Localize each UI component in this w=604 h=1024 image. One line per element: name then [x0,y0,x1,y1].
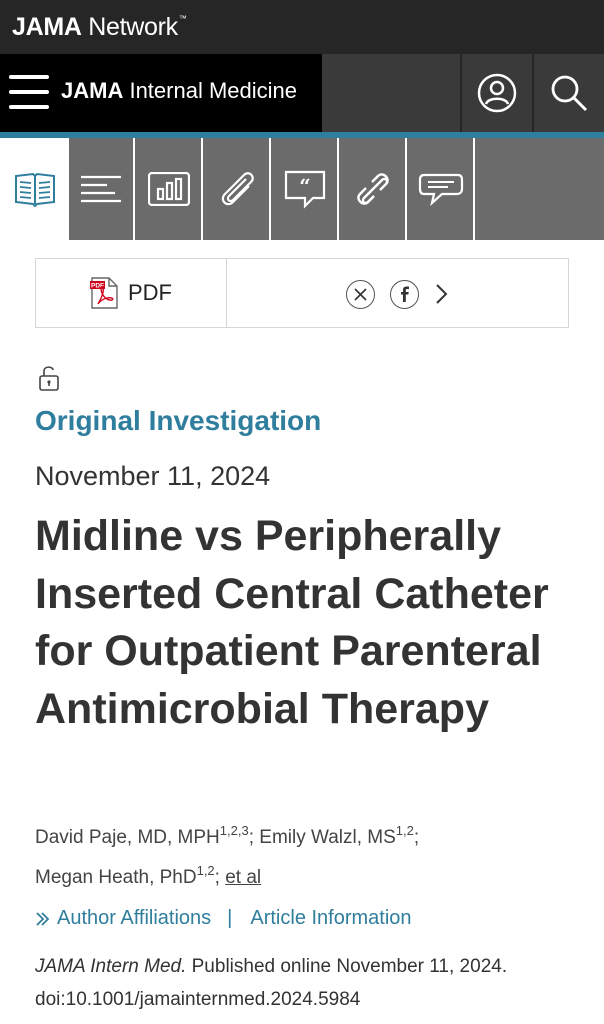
article-toolbar: “ [0,138,604,240]
tab-comments[interactable] [409,138,475,240]
unlock-icon [38,364,60,397]
network-bar: JAMA Network™ [0,0,604,54]
tab-article[interactable] [0,138,69,240]
chevron-right-icon[interactable] [434,283,448,305]
x-share-icon[interactable] [346,279,375,309]
article-information-link[interactable]: Article Information [250,907,411,930]
pdf-button[interactable]: PDF PDF [36,259,227,327]
pdf-icon: PDF [90,277,118,309]
doi: doi:10.1001/jamainternmed.2024.5984 [35,989,361,1010]
user-account-button[interactable] [460,54,531,132]
journal-title[interactable]: JAMA Internal Medicine [61,78,297,104]
double-chevron-icon [36,911,50,926]
citation-journal: JAMA Intern Med. [35,956,187,977]
article-info-links: Author Affiliations | Article Informatio… [35,907,412,930]
cite-icon: “ [284,170,326,209]
journal-header: JAMA Internal Medicine [0,54,604,132]
attachment-icon [221,172,254,206]
author-name[interactable]: Megan Heath, PhD [35,867,197,888]
article-actions: PDF PDF [35,258,569,328]
outline-icon [81,175,121,203]
tab-outline[interactable] [69,138,135,240]
figures-icon [148,172,190,206]
author-name[interactable]: Emily Walzl, MS [259,827,396,848]
author-affiliation-ref: 1,2 [395,823,414,838]
facebook-share-icon[interactable] [390,279,419,309]
article-icon [14,172,55,207]
tab-permissions[interactable] [341,138,407,240]
share-icons [346,279,448,309]
author-affiliation-ref: 1,2 [196,863,215,878]
author-name[interactable]: David Paje, MD, MPH [35,827,220,848]
citation: JAMA Intern Med. Published online Novemb… [35,950,595,1016]
tab-cite[interactable]: “ [273,138,339,240]
svg-text:“: “ [299,174,311,198]
article-title: Midline vs Peripherally Inserted Central… [35,512,549,733]
tab-figures[interactable] [137,138,203,240]
jama-network-logo[interactable]: JAMA Network™ [12,14,187,40]
author-affiliations-link[interactable]: Author Affiliations [57,907,211,930]
permissions-icon [357,173,389,205]
citation-text: Published online November 11, 2024. [186,956,508,977]
user-icon [477,73,516,113]
et-al-link[interactable]: et al [225,867,261,888]
author-list: David Paje, MD, MPH1,2,3; Emily Walzl, M… [35,823,420,888]
author-affiliation-ref: 1,2,3 [219,823,249,838]
publication-date: November 11, 2024 [35,461,271,491]
pdf-label: PDF [128,280,172,305]
link-separator: | [227,907,233,929]
journal-header-left: JAMA Internal Medicine [0,54,322,132]
svg-text:PDF: PDF [91,283,104,290]
tab-supplemental[interactable] [205,138,271,240]
comment-icon [418,173,464,207]
search-button[interactable] [532,54,603,132]
article-type[interactable]: Original Investigation [35,405,321,437]
menu-icon[interactable] [9,75,49,109]
search-icon [551,75,587,112]
